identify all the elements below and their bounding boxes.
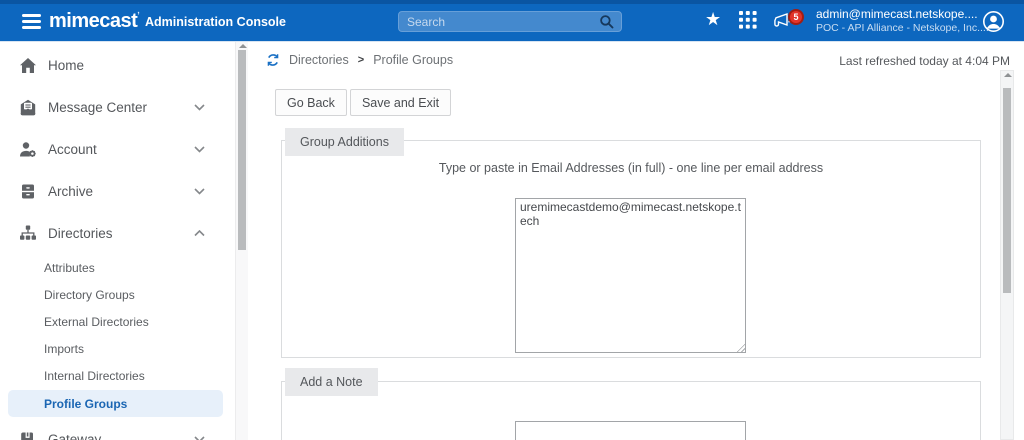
sidebar-item-directories[interactable]: Directories: [0, 212, 235, 254]
search-icon[interactable]: [599, 14, 614, 29]
group-additions-tab: Group Additions: [285, 128, 404, 156]
main-scrollbar[interactable]: [1000, 70, 1014, 440]
notification-badge[interactable]: 5: [788, 9, 804, 25]
breadcrumb-separator: >: [357, 54, 365, 66]
add-a-note-panel: [281, 381, 981, 440]
directories-sitemap-icon: [19, 225, 37, 242]
sidebar-item-label: Account: [48, 141, 97, 157]
account-gear-icon: [19, 141, 37, 158]
sidebar-item-label: Gateway: [48, 431, 102, 440]
chevron-down-icon: [194, 187, 205, 195]
sidebar-item-external-directories[interactable]: External Directories: [0, 308, 235, 335]
note-textarea[interactable]: [515, 421, 746, 440]
sub-item-label: Profile Groups: [44, 396, 128, 411]
search-input[interactable]: [399, 14, 599, 29]
sidebar-item-label: Archive: [48, 183, 94, 199]
account-organization: POC - API Alliance - Netskope, Inc....: [816, 22, 989, 34]
group-additions-panel: Type or paste in Email Addresses (in ful…: [281, 140, 981, 358]
chevron-down-icon: [194, 145, 205, 153]
last-refreshed-text: Last refreshed today at 4:04 PM: [839, 54, 1010, 68]
page-title: Administration Console: [145, 15, 286, 29]
sidebar-scrollbar[interactable]: [235, 42, 248, 440]
add-a-note-tab: Add a Note: [285, 368, 378, 396]
sidebar-scrollbar-thumb[interactable]: [238, 50, 246, 250]
email-addresses-textarea[interactable]: uremimecastdemo@mimecast.netskope.tech: [515, 198, 746, 353]
chevron-down-icon: [194, 435, 205, 440]
breadcrumb-profile-groups[interactable]: Profile Groups: [373, 53, 453, 67]
sidebar-item-directory-groups[interactable]: Directory Groups: [0, 281, 235, 308]
top-bar: mimecastʼ Administration Console ★ 5 ad: [0, 0, 1024, 42]
scroll-up-arrow-icon[interactable]: [1004, 73, 1012, 77]
save-and-exit-button[interactable]: Save and Exit: [349, 89, 452, 116]
sidebar-item-archive[interactable]: Archive: [0, 170, 235, 212]
apps-grid-icon[interactable]: [739, 11, 757, 29]
sidebar-item-label: Home: [48, 57, 85, 73]
sidebar-item-imports[interactable]: Imports: [0, 335, 235, 362]
account-menu[interactable]: admin@mimecast.netskope.... POC - API Al…: [816, 7, 989, 35]
email-addresses-field-wrap: uremimecastdemo@mimecast.netskope.tech: [515, 198, 746, 353]
search-box[interactable]: [398, 11, 622, 32]
note-field-wrap: [515, 421, 746, 440]
sub-item-label: External Directories: [44, 314, 149, 329]
sub-item-label: Directory Groups: [44, 287, 135, 302]
sidebar-item-label: Message Center: [48, 99, 148, 115]
logo-trademark: ʼ: [137, 10, 140, 20]
avatar-icon[interactable]: [982, 10, 1005, 38]
sidebar-item-profile-groups[interactable]: Profile Groups: [8, 390, 223, 417]
main-content: Directories > Profile Groups Last refres…: [248, 42, 1024, 440]
mimecast-admin-console: mimecastʼ Administration Console ★ 5 ad: [0, 0, 1024, 440]
hamburger-menu-icon[interactable]: [22, 14, 41, 29]
account-email: admin@mimecast.netskope....: [816, 7, 978, 21]
refresh-icon[interactable]: [266, 53, 280, 67]
go-back-button[interactable]: Go Back: [275, 89, 347, 116]
sidebar-item-message-center[interactable]: Message Center: [0, 86, 235, 128]
home-icon: [19, 57, 37, 74]
breadcrumb-directories[interactable]: Directories: [289, 53, 349, 67]
sidebar-nav: Home Message Center Account Archive Dire…: [0, 42, 248, 440]
sidebar-item-label: Directories: [48, 225, 113, 241]
sub-item-label: Imports: [44, 341, 85, 356]
gateway-icon: [19, 431, 37, 440]
sidebar-item-home[interactable]: Home: [0, 44, 235, 86]
toolbar: Go Back Save and Exit: [275, 89, 452, 116]
sidebar-item-attributes[interactable]: Attributes: [0, 254, 235, 281]
chevron-down-icon: [194, 103, 205, 111]
sidebar-item-internal-directories[interactable]: Internal Directories: [0, 362, 235, 389]
sidebar-item-account[interactable]: Account: [0, 128, 235, 170]
sidebar-item-gateway[interactable]: Gateway: [0, 418, 235, 440]
message-center-icon: [19, 99, 37, 116]
mimecast-logo[interactable]: mimecastʼ: [49, 10, 140, 33]
breadcrumb: Directories > Profile Groups: [266, 53, 453, 67]
sub-item-label: Internal Directories: [44, 368, 145, 383]
favorites-star-icon[interactable]: ★: [705, 9, 721, 30]
sub-item-label: Attributes: [44, 260, 95, 275]
scroll-up-arrow-icon[interactable]: [239, 44, 247, 48]
archive-cabinet-icon: [19, 183, 37, 200]
main-scrollbar-thumb[interactable]: [1003, 88, 1011, 293]
chevron-up-icon: [194, 229, 205, 237]
email-instruction-text: Type or paste in Email Addresses (in ful…: [438, 161, 824, 175]
